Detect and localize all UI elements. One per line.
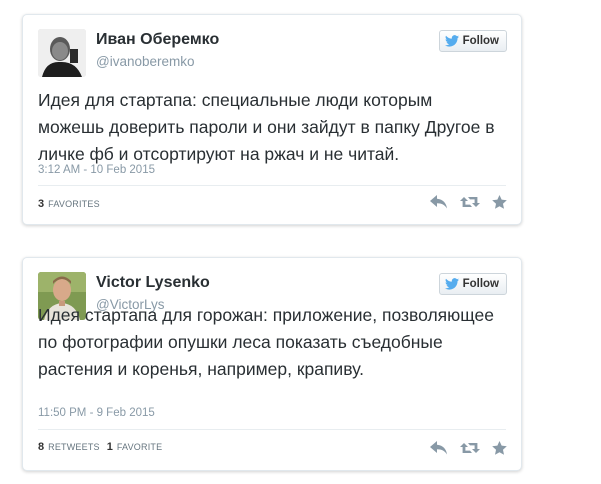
favorite-icon[interactable] <box>492 441 507 455</box>
divider <box>38 429 506 430</box>
retweets-label: RETWEETS <box>48 442 100 452</box>
favorites-stat[interactable]: 3 FAVORITES <box>38 198 100 210</box>
reply-icon[interactable] <box>430 195 448 209</box>
favorites-count: 3 <box>38 198 45 210</box>
tweet-text: Идея для стартапа: специальные люди кото… <box>38 90 495 164</box>
tweet-actions <box>430 441 507 455</box>
follow-button[interactable]: Follow <box>438 273 507 295</box>
twitter-bird-icon <box>444 35 459 47</box>
follow-label: Follow <box>462 278 499 290</box>
tweet-text: Идея стартапа для горожан: приложение, п… <box>38 305 494 379</box>
retweet-icon[interactable] <box>460 195 480 209</box>
twitter-bird-icon <box>444 278 459 290</box>
follow-label: Follow <box>462 35 499 47</box>
tweet-stats: 3 FAVORITES <box>38 198 100 210</box>
retweets-stat[interactable]: 8 RETWEETS <box>38 441 100 453</box>
tweet-actions <box>430 195 507 209</box>
tweet-card: Иван Оберемко @ivanoberemko Follow Идея … <box>22 14 522 225</box>
favorite-icon[interactable] <box>492 195 507 209</box>
favorites-stat[interactable]: 1 FAVORITE <box>107 441 163 453</box>
tweet-timestamp[interactable]: 3:12 AM - 10 Feb 2015 <box>38 164 155 176</box>
favorites-label: FAVORITE <box>116 442 163 452</box>
author-name[interactable]: Иван Оберемко <box>96 31 219 49</box>
tweet-stats: 8 RETWEETS 1 FAVORITE <box>38 441 162 453</box>
avatar-photo <box>38 29 86 77</box>
reply-icon[interactable] <box>430 441 448 455</box>
author-handle[interactable]: @ivanoberemko <box>96 54 195 69</box>
favorites-label: FAVORITES <box>48 199 100 209</box>
author-name[interactable]: Victor Lysenko <box>96 274 210 292</box>
follow-button[interactable]: Follow <box>438 30 507 52</box>
retweets-count: 8 <box>38 441 45 453</box>
favorites-count: 1 <box>106 441 113 453</box>
tweet-card: Victor Lysenko @VictorLys Follow Идея ст… <box>22 257 522 471</box>
avatar[interactable] <box>38 29 86 77</box>
tweet-timestamp[interactable]: 11:50 PM - 9 Feb 2015 <box>38 407 155 419</box>
divider <box>38 185 506 186</box>
retweet-icon[interactable] <box>460 441 480 455</box>
